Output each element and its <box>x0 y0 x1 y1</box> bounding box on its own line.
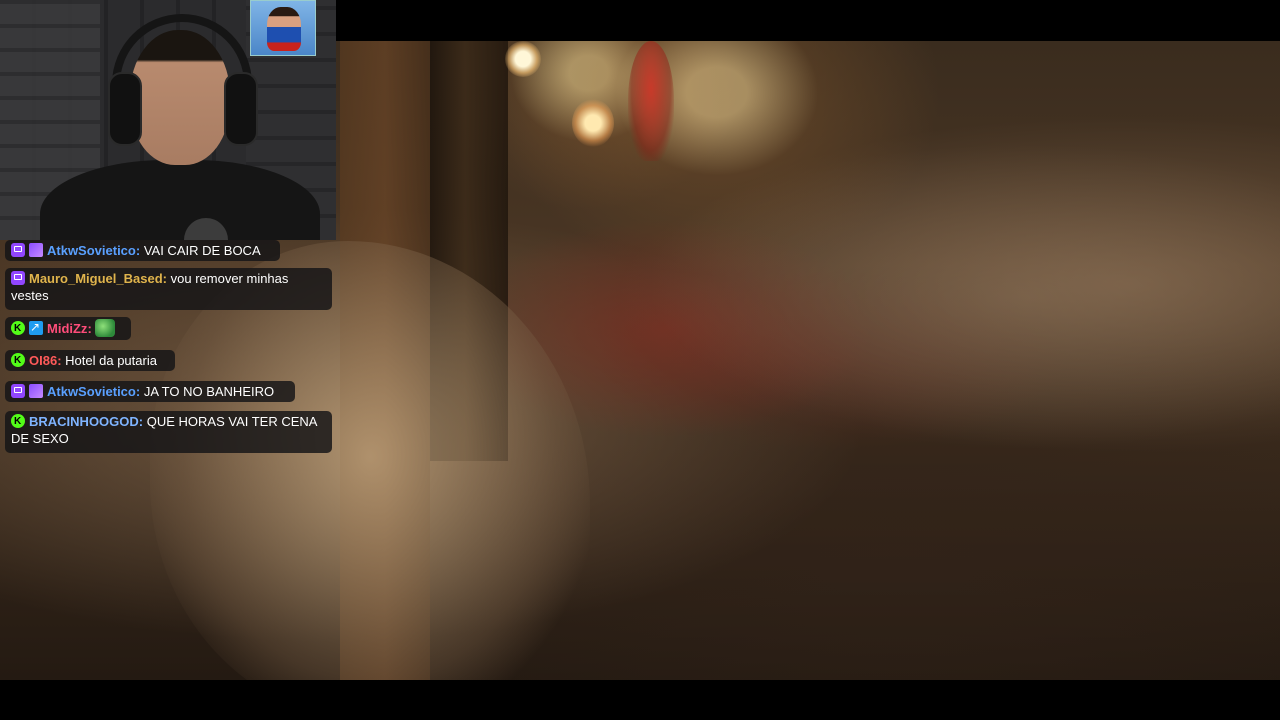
sub-badge-icon <box>29 243 43 257</box>
twitch-icon <box>11 271 25 285</box>
streamer-head <box>130 30 230 165</box>
lamp-flame <box>505 41 541 77</box>
twitch-icon <box>11 384 25 398</box>
twitch-icon <box>11 243 25 257</box>
arrow-badge-icon <box>29 319 43 336</box>
chat-message: AtkwSovietico: JA TO NO BANHEIRO <box>5 381 295 402</box>
chat-text: Hotel da putaria <box>65 353 157 368</box>
frog-emote-icon <box>95 319 116 337</box>
chat-message: BRACINHOOGOD: QUE HORAS VAI TER CENA DE … <box>5 411 332 453</box>
sub-badge-icon <box>29 384 43 398</box>
chat-message: MidiZz: <box>5 317 131 340</box>
webcam-overlay <box>0 0 336 240</box>
chat-message: AtkwSovietico: VAI CAIR DE BOCA <box>5 240 280 261</box>
chat-username: AtkwSovietico <box>47 243 136 258</box>
chat-username: OI86 <box>29 353 58 368</box>
chat-message: Mauro_Miguel_Based: vou remover minhas v… <box>5 268 332 310</box>
chat-text: VAI CAIR DE BOCA <box>143 243 261 258</box>
kick-icon <box>11 352 25 369</box>
chat-message: OI86: Hotel da putaria <box>5 350 175 371</box>
chat-username: MidiZz <box>47 321 88 336</box>
chat-username: Mauro_Miguel_Based <box>29 271 163 286</box>
red-feather <box>628 41 674 161</box>
kick-icon <box>11 413 25 430</box>
chat-text: JA TO NO BANHEIRO <box>143 384 275 399</box>
kick-icon <box>11 320 25 337</box>
chat-username: AtkwSovietico <box>47 384 136 399</box>
headphone-cup <box>224 72 258 146</box>
headphone-cup <box>108 72 142 146</box>
lamp-flame <box>572 99 614 147</box>
chat-username: BRACINHOOGOD <box>29 414 139 429</box>
superman-poster <box>250 0 316 56</box>
